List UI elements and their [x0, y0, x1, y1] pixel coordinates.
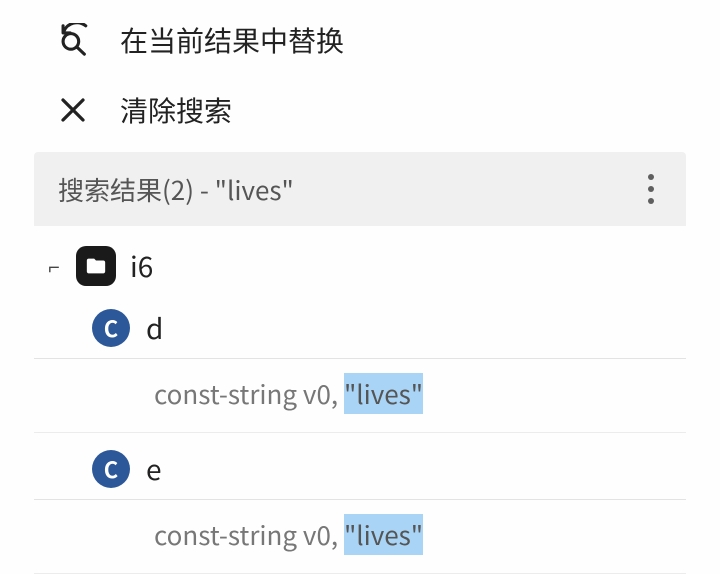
kebab-dot-icon	[648, 174, 654, 180]
match-row[interactable]: const-string v0, "lives"	[34, 359, 686, 433]
clear-search-label: 清除搜索	[120, 90, 232, 130]
search-results-panel: 在当前结果中替换 清除搜索 搜索结果(2) - "lives" ⌐ i6	[0, 0, 720, 574]
match-prefix: const-string v0,	[154, 375, 344, 412]
folder-row[interactable]: ⌐ i6	[34, 240, 686, 298]
match-row[interactable]: const-string v0, "lives"	[34, 500, 686, 574]
replace-in-results-row[interactable]: 在当前结果中替换	[34, 12, 686, 82]
more-options-button[interactable]	[636, 170, 666, 208]
clear-search-row[interactable]: 清除搜索	[34, 82, 686, 152]
replace-in-results-label: 在当前结果中替换	[120, 20, 344, 60]
collapse-toggle-icon[interactable]: ⌐	[42, 251, 66, 280]
results-tree: ⌐ i6 C d const-string v0, "lives" C e co…	[34, 226, 686, 574]
replace-icon	[54, 23, 92, 57]
folder-name: i6	[130, 246, 153, 286]
close-icon	[54, 95, 92, 125]
match-snippet: const-string v0, "lives"	[154, 514, 423, 555]
match-prefix: const-string v0,	[154, 516, 344, 553]
class-icon: C	[92, 450, 130, 488]
match-highlight: "lives"	[344, 373, 423, 414]
kebab-dot-icon	[648, 198, 654, 204]
folder-icon	[76, 246, 116, 286]
file-row[interactable]: C e	[34, 439, 686, 500]
match-highlight: "lives"	[344, 514, 423, 555]
results-header-label: 搜索结果(2) - "lives"	[58, 171, 294, 208]
class-icon: C	[92, 309, 130, 347]
match-snippet: const-string v0, "lives"	[154, 373, 423, 414]
kebab-dot-icon	[648, 186, 654, 192]
results-header-bar: 搜索结果(2) - "lives"	[34, 152, 686, 226]
file-row[interactable]: C d	[34, 298, 686, 359]
file-name: d	[146, 308, 163, 348]
file-name: e	[146, 449, 162, 489]
